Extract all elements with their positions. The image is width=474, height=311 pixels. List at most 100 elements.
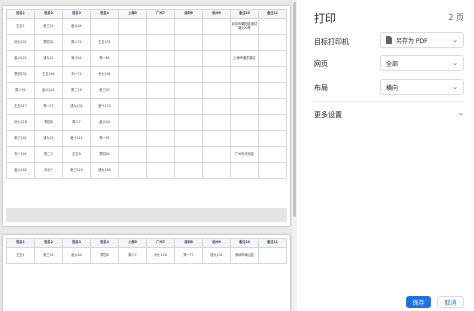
table-cell: 钱九11 [34,50,63,67]
table-cell [202,130,231,147]
table-cell [174,34,203,51]
table-cell [230,34,259,51]
table-cell: 郑一77 [34,98,63,115]
table-cell: 刘一191 [6,146,35,163]
table-cell [146,82,175,99]
table-header-cell: 备注10 [230,9,259,19]
table-row: 张三141 钱九21 吴十111 郑一91 [6,130,287,147]
table-cell: 郑一77 [174,247,203,264]
table-cell: 赵六20 [90,114,119,131]
table-cell: 孙七7 [34,162,63,179]
table-cell: 张三124 [62,162,91,179]
table-cell [258,50,287,67]
table-cell: 赵六192 [6,162,35,179]
table-row: 赵六121 钱九11 吴十41 郑一61 上海市浦东新区 [6,50,287,67]
table-header-cell: 姓名2 [34,238,63,248]
table-cell: 周八51 [6,82,35,99]
chevron-down-icon: ⌄ [452,36,458,44]
table-cell [90,18,119,35]
table-cell: 赵六44 [62,247,91,264]
more-settings-label: 更多设置 [314,111,342,119]
table-header-cell: 广州7 [146,9,175,19]
table-header-cell: 姓名4 [90,238,119,248]
table-cell [118,50,147,67]
table-cell [258,247,287,264]
print-preview[interactable]: 姓名1 姓名2 姓名3 姓名4 上海5 广州7 深圳8 杭州9 备注10 备注11 王五1 张三21… [0,0,297,311]
table-cell [146,146,175,163]
table-cell: 王五1 [6,247,35,264]
table-cell: 北京市朝阳区测试路100号 [230,18,259,35]
table-header-cell: 姓名3 [62,9,91,19]
table-cell: 李四8 [34,114,63,131]
table-cell [118,146,147,163]
table-cell: 周八7 [118,247,147,264]
table-header-cell: 备注11 [258,238,287,248]
table-cell [258,18,287,35]
table-cell [146,18,175,35]
table-cell [174,50,203,67]
table-cell: 王五161 [34,66,63,83]
table-header-cell: 备注11 [258,9,287,19]
table-cell: 李四231 [6,66,35,83]
table-cell [202,82,231,99]
table-cell: 孙七101 [6,34,35,51]
table-cell [146,34,175,51]
table-cell: 赵六141 [34,82,63,99]
table-cell [258,130,287,147]
save-button[interactable]: 保存 [406,296,431,308]
table-cell [118,162,147,179]
table-cell [174,18,203,35]
table-header-cell: 深圳8 [174,9,203,19]
cancel-button[interactable]: 取消 [437,296,464,308]
table-cell: 孙七118 [146,247,175,264]
preview-scrollbar-thumb[interactable] [293,2,296,217]
table-row: 孙七118 李四8 周八7 赵六20 [6,114,287,131]
table-cell: 钱九160 [90,162,119,179]
pages-label: 网页 [314,60,328,68]
pages-value: 全部 [386,60,399,68]
table-cell: 深圳市南山区 [230,247,259,264]
destination-select[interactable]: 另存为 PDF ⌄ [380,32,464,48]
table-cell: 李四8 [90,247,119,264]
preview-table-page-2: 姓名1 姓名2 姓名3 姓名4 上海5 广州7 深圳8 杭州9 备注10 备注11 王五1 张三21… [6,238,287,264]
table-cell [258,114,287,131]
preview-page-footer-bar [6,208,287,222]
table-cell [202,162,231,179]
table-cell [118,66,147,83]
table-cell: 赵六44 [62,18,91,35]
table-header-cell: 杭州9 [202,238,231,248]
table-cell [146,66,175,83]
print-settings-panel: 打印 2 页 目标打印机 另存为 PDF ⌄ 网页 全部 ⌄ 布局 横向 ⌄ 更… [297,0,474,311]
chevron-down-icon: ⌄ [458,109,464,117]
table-cell [202,50,231,67]
more-settings-toggle[interactable]: 更多设置 ⌄ [314,109,464,120]
preview-table-page-1: 姓名1 姓名2 姓名3 姓名4 上海5 广州7 深圳8 杭州9 备注10 备注11 王五1 张三21… [6,9,287,179]
chevron-down-icon: ⌄ [452,83,458,91]
table-cell: 周八71 [62,34,91,51]
table-cell [118,82,147,99]
table-cell [258,162,287,179]
preview-page-1: 姓名1 姓名2 姓名3 姓名4 上海5 广州7 深圳8 杭州9 备注10 备注11 王五1 张三21… [3,6,290,226]
table-header-cell: 广州7 [146,238,175,248]
table-cell: 周八7 [62,114,91,131]
table-header-cell: 姓名1 [6,238,35,248]
layout-label: 布局 [314,84,328,92]
table-cell [230,130,259,147]
table-cell: 张三21 [34,18,63,35]
table-cell: 郑一61 [90,50,119,67]
table-cell [202,98,231,115]
table-cell [202,18,231,35]
table-row: 周八51 赵六141 陈二19 张三97 [6,82,287,99]
layout-select[interactable]: 横向 ⌄ [380,79,464,95]
table-cell [258,98,287,115]
table-cell [174,98,203,115]
table-cell [230,98,259,115]
table-cell [146,162,175,179]
table-cell [174,162,203,179]
table-row: 孙七101 李四31 周八71 王五151 [6,34,287,51]
pages-select[interactable]: 全部 ⌄ [380,55,464,71]
table-cell [258,66,287,83]
table-cell: 吴十173 [90,98,119,115]
table-cell [118,18,147,35]
table-cell: 李四31 [34,34,63,51]
